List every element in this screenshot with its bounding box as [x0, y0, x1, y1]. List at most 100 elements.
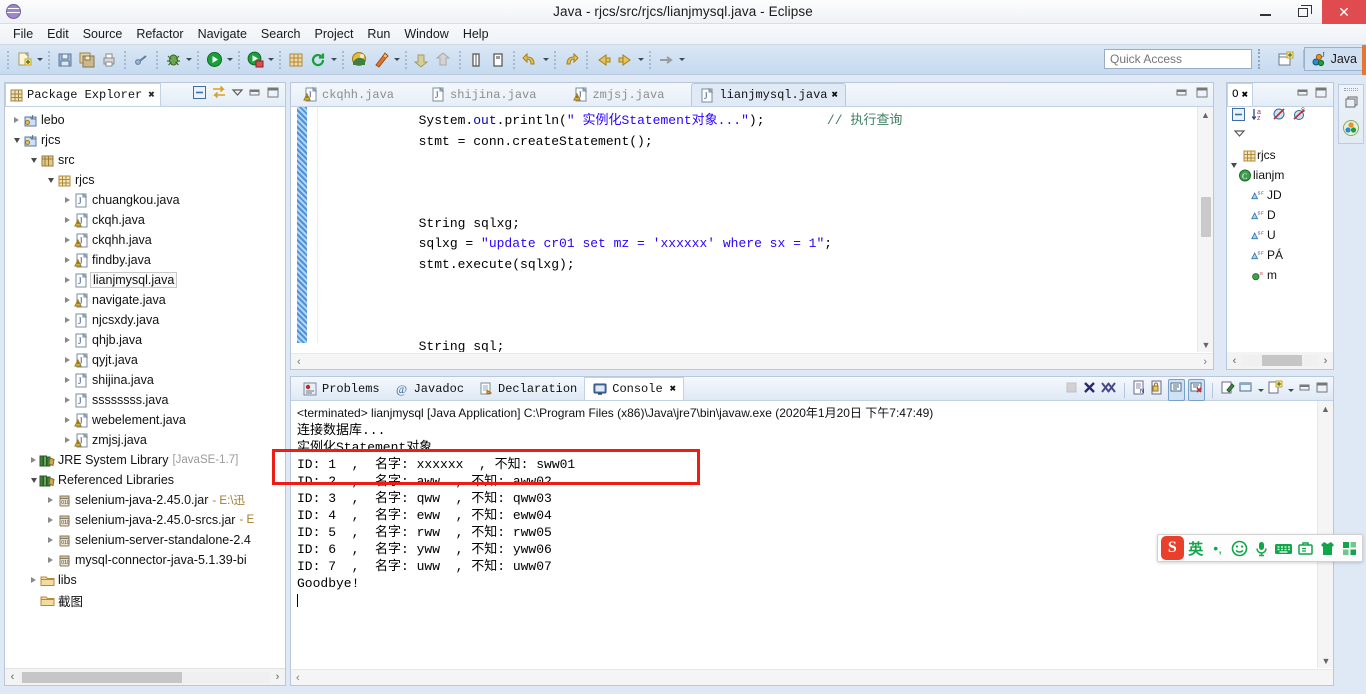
- minimize-button[interactable]: [1246, 0, 1284, 24]
- tree-item--[interactable]: 截图: [5, 590, 285, 610]
- link-with-editor-icon[interactable]: [211, 85, 227, 105]
- tree-twisty-closed-icon[interactable]: [62, 417, 73, 423]
- tree-twisty-open-icon[interactable]: [45, 178, 56, 183]
- tree-twisty-closed-icon[interactable]: [62, 397, 73, 403]
- tree-twisty-closed-icon[interactable]: [28, 577, 39, 583]
- minimize-icon[interactable]: [1175, 86, 1189, 104]
- pin-console-icon[interactable]: [1220, 380, 1235, 400]
- print-icon[interactable]: [99, 50, 119, 70]
- back-history-icon[interactable]: [520, 50, 540, 70]
- tree-item-selenium-server-standalone-2-4[interactable]: 010 selenium-server-standalone-2.4: [5, 530, 285, 550]
- console-output-text[interactable]: 连接数据库... 实例化Statement对象... ID: 1 , 名字: xxx…: [297, 422, 1317, 609]
- previous-edit-icon[interactable]: [593, 50, 613, 70]
- console-tab-problems[interactable]: Problems: [295, 377, 387, 400]
- search-dropdown-arrow[interactable]: [392, 51, 401, 69]
- run-external-dropdown-arrow[interactable]: [266, 51, 275, 69]
- close-icon[interactable]: ✖: [148, 88, 155, 102]
- maximize-icon[interactable]: [1315, 381, 1329, 399]
- external-tools-dropdown-arrow[interactable]: [677, 51, 686, 69]
- vscroll-up-arrow[interactable]: ▲: [1198, 107, 1213, 122]
- outline-hscrollbar[interactable]: ‹ ›: [1227, 352, 1333, 369]
- tab-outline[interactable]: O ✖: [1227, 83, 1254, 106]
- console-vscroll-up-arrow[interactable]: ▲: [1318, 401, 1333, 416]
- console-hscrollbar[interactable]: ‹: [291, 669, 1333, 685]
- package-explorer-hscrollbar[interactable]: ‹ ›: [5, 668, 285, 685]
- clear-console-icon[interactable]: N: [1132, 380, 1147, 400]
- tree-item-rjcs[interactable]: rjcs: [5, 170, 285, 190]
- tree-item-qhjb-java[interactable]: Jqhjb.java: [5, 330, 285, 350]
- tree-twisty-closed-icon[interactable]: [62, 197, 73, 203]
- tree-item-selenium-java-2-45-0-srcs-jar[interactable]: 010 selenium-java-2.45.0-srcs.jar - E: [5, 510, 285, 530]
- outline-item-rjcs[interactable]: rjcs: [1227, 145, 1333, 165]
- menu-refactor[interactable]: Refactor: [129, 26, 190, 42]
- tree-item-src[interactable]: src: [5, 150, 285, 170]
- tree-twisty-closed-icon[interactable]: [62, 237, 73, 243]
- maximize-icon[interactable]: [1195, 86, 1209, 104]
- tree-item-lebo[interactable]: Jlebo: [5, 110, 285, 130]
- tree-item-findby-java[interactable]: Jfindby.java: [5, 250, 285, 270]
- quick-access-input[interactable]: [1104, 49, 1252, 69]
- tree-item-mysql-connector-java-5-1-39-bi[interactable]: 010 mysql-connector-java-5.1.39-bi: [5, 550, 285, 570]
- outline-item-lianjm[interactable]: Clianjm: [1227, 165, 1333, 185]
- tree-item-rjcs[interactable]: Jrjcs: [5, 130, 285, 150]
- ime-emoji-icon[interactable]: [1230, 537, 1250, 559]
- tree-item-shijina-java[interactable]: Jshijina.java: [5, 370, 285, 390]
- hide-static-fields-icon[interactable]: S: [1292, 107, 1307, 127]
- console-tab-declaration[interactable]: Declaration: [471, 377, 584, 400]
- menu-run[interactable]: Run: [360, 26, 397, 42]
- display-selected-console-icon[interactable]: [1238, 380, 1253, 400]
- last-edit-location-icon[interactable]: [466, 50, 486, 70]
- hscroll-right-arrow[interactable]: ›: [270, 671, 285, 683]
- editor-hscroll-left-arrow[interactable]: ‹: [297, 356, 301, 368]
- tree-twisty-closed-icon[interactable]: [62, 277, 73, 283]
- menu-search[interactable]: Search: [254, 26, 308, 42]
- editor-tab-ckqhh-java[interactable]: Jckqhh.java: [295, 83, 401, 106]
- console-vscroll-down-arrow[interactable]: ▼: [1318, 653, 1334, 668]
- tree-item-qyjt-java[interactable]: Jqyjt.java: [5, 350, 285, 370]
- new-dropdown-arrow[interactable]: [35, 51, 44, 69]
- outline-item-m[interactable]: Sm: [1227, 265, 1333, 285]
- view-menu-icon[interactable]: [1233, 126, 1246, 144]
- menu-project[interactable]: Project: [308, 26, 361, 42]
- close-icon[interactable]: ✖: [1242, 88, 1249, 102]
- tree-item-referenced-libraries[interactable]: Referenced Libraries: [5, 470, 285, 490]
- tree-item-njcsxdy-java[interactable]: Jnjcsxdy.java: [5, 310, 285, 330]
- open-type-icon[interactable]: [349, 50, 369, 70]
- tree-item-navigate-java[interactable]: Jnavigate.java: [5, 290, 285, 310]
- menu-edit[interactable]: Edit: [40, 26, 76, 42]
- package-explorer-fastview-icon[interactable]: [1342, 119, 1360, 142]
- close-button[interactable]: ✕: [1322, 0, 1366, 24]
- remove-launch-icon[interactable]: [1082, 380, 1097, 400]
- ime-soft-keyboard-icon[interactable]: [1273, 537, 1293, 559]
- run-external-icon[interactable]: [245, 50, 265, 70]
- run-icon[interactable]: [204, 50, 224, 70]
- tree-twisty-closed-icon[interactable]: [28, 457, 39, 463]
- tree-twisty-closed-icon[interactable]: [45, 517, 56, 523]
- editor-tab-lianjmysql-java[interactable]: Jlianjmysql.java ✖: [691, 83, 847, 106]
- ime-toolbox-icon[interactable]: [1295, 537, 1315, 559]
- maximize-icon[interactable]: [266, 86, 280, 104]
- tree-twisty-closed-icon[interactable]: [62, 257, 73, 263]
- hscroll-left-arrow[interactable]: ‹: [5, 671, 20, 683]
- ime-mode-english-icon[interactable]: 英: [1186, 537, 1206, 559]
- minimize-icon[interactable]: [1296, 86, 1310, 104]
- back-history-dropdown-arrow[interactable]: [541, 51, 550, 69]
- tree-twisty-closed-icon[interactable]: [62, 317, 73, 323]
- ime-skin-icon[interactable]: [1317, 537, 1337, 559]
- save-icon[interactable]: [55, 50, 75, 70]
- maximize-icon[interactable]: [1314, 86, 1328, 104]
- show-console-on-output-icon[interactable]: [1168, 379, 1185, 401]
- package-explorer-tree[interactable]: Jlebo Jrjcs src rjcs Jchuangkou.java Jckqh.ja…: [5, 107, 285, 667]
- tree-twisty-closed-icon[interactable]: [45, 537, 56, 543]
- tree-item-chuangkou-java[interactable]: Jchuangkou.java: [5, 190, 285, 210]
- tree-twisty-closed-icon[interactable]: [62, 217, 73, 223]
- console-hscroll-left-arrow[interactable]: ‹: [296, 672, 300, 684]
- view-menu-icon[interactable]: [231, 86, 244, 104]
- menu-source[interactable]: Source: [76, 26, 130, 42]
- new-java-project-icon[interactable]: [286, 50, 306, 70]
- vscroll-down-arrow[interactable]: ▼: [1198, 337, 1214, 352]
- code-editor[interactable]: System.out.println(" 实例化Statement对象...")…: [291, 107, 1213, 352]
- tree-twisty-closed-icon[interactable]: [62, 437, 73, 443]
- outline-hscroll-left-arrow[interactable]: ‹: [1227, 355, 1242, 367]
- remove-all-terminated-icon[interactable]: [1100, 380, 1117, 400]
